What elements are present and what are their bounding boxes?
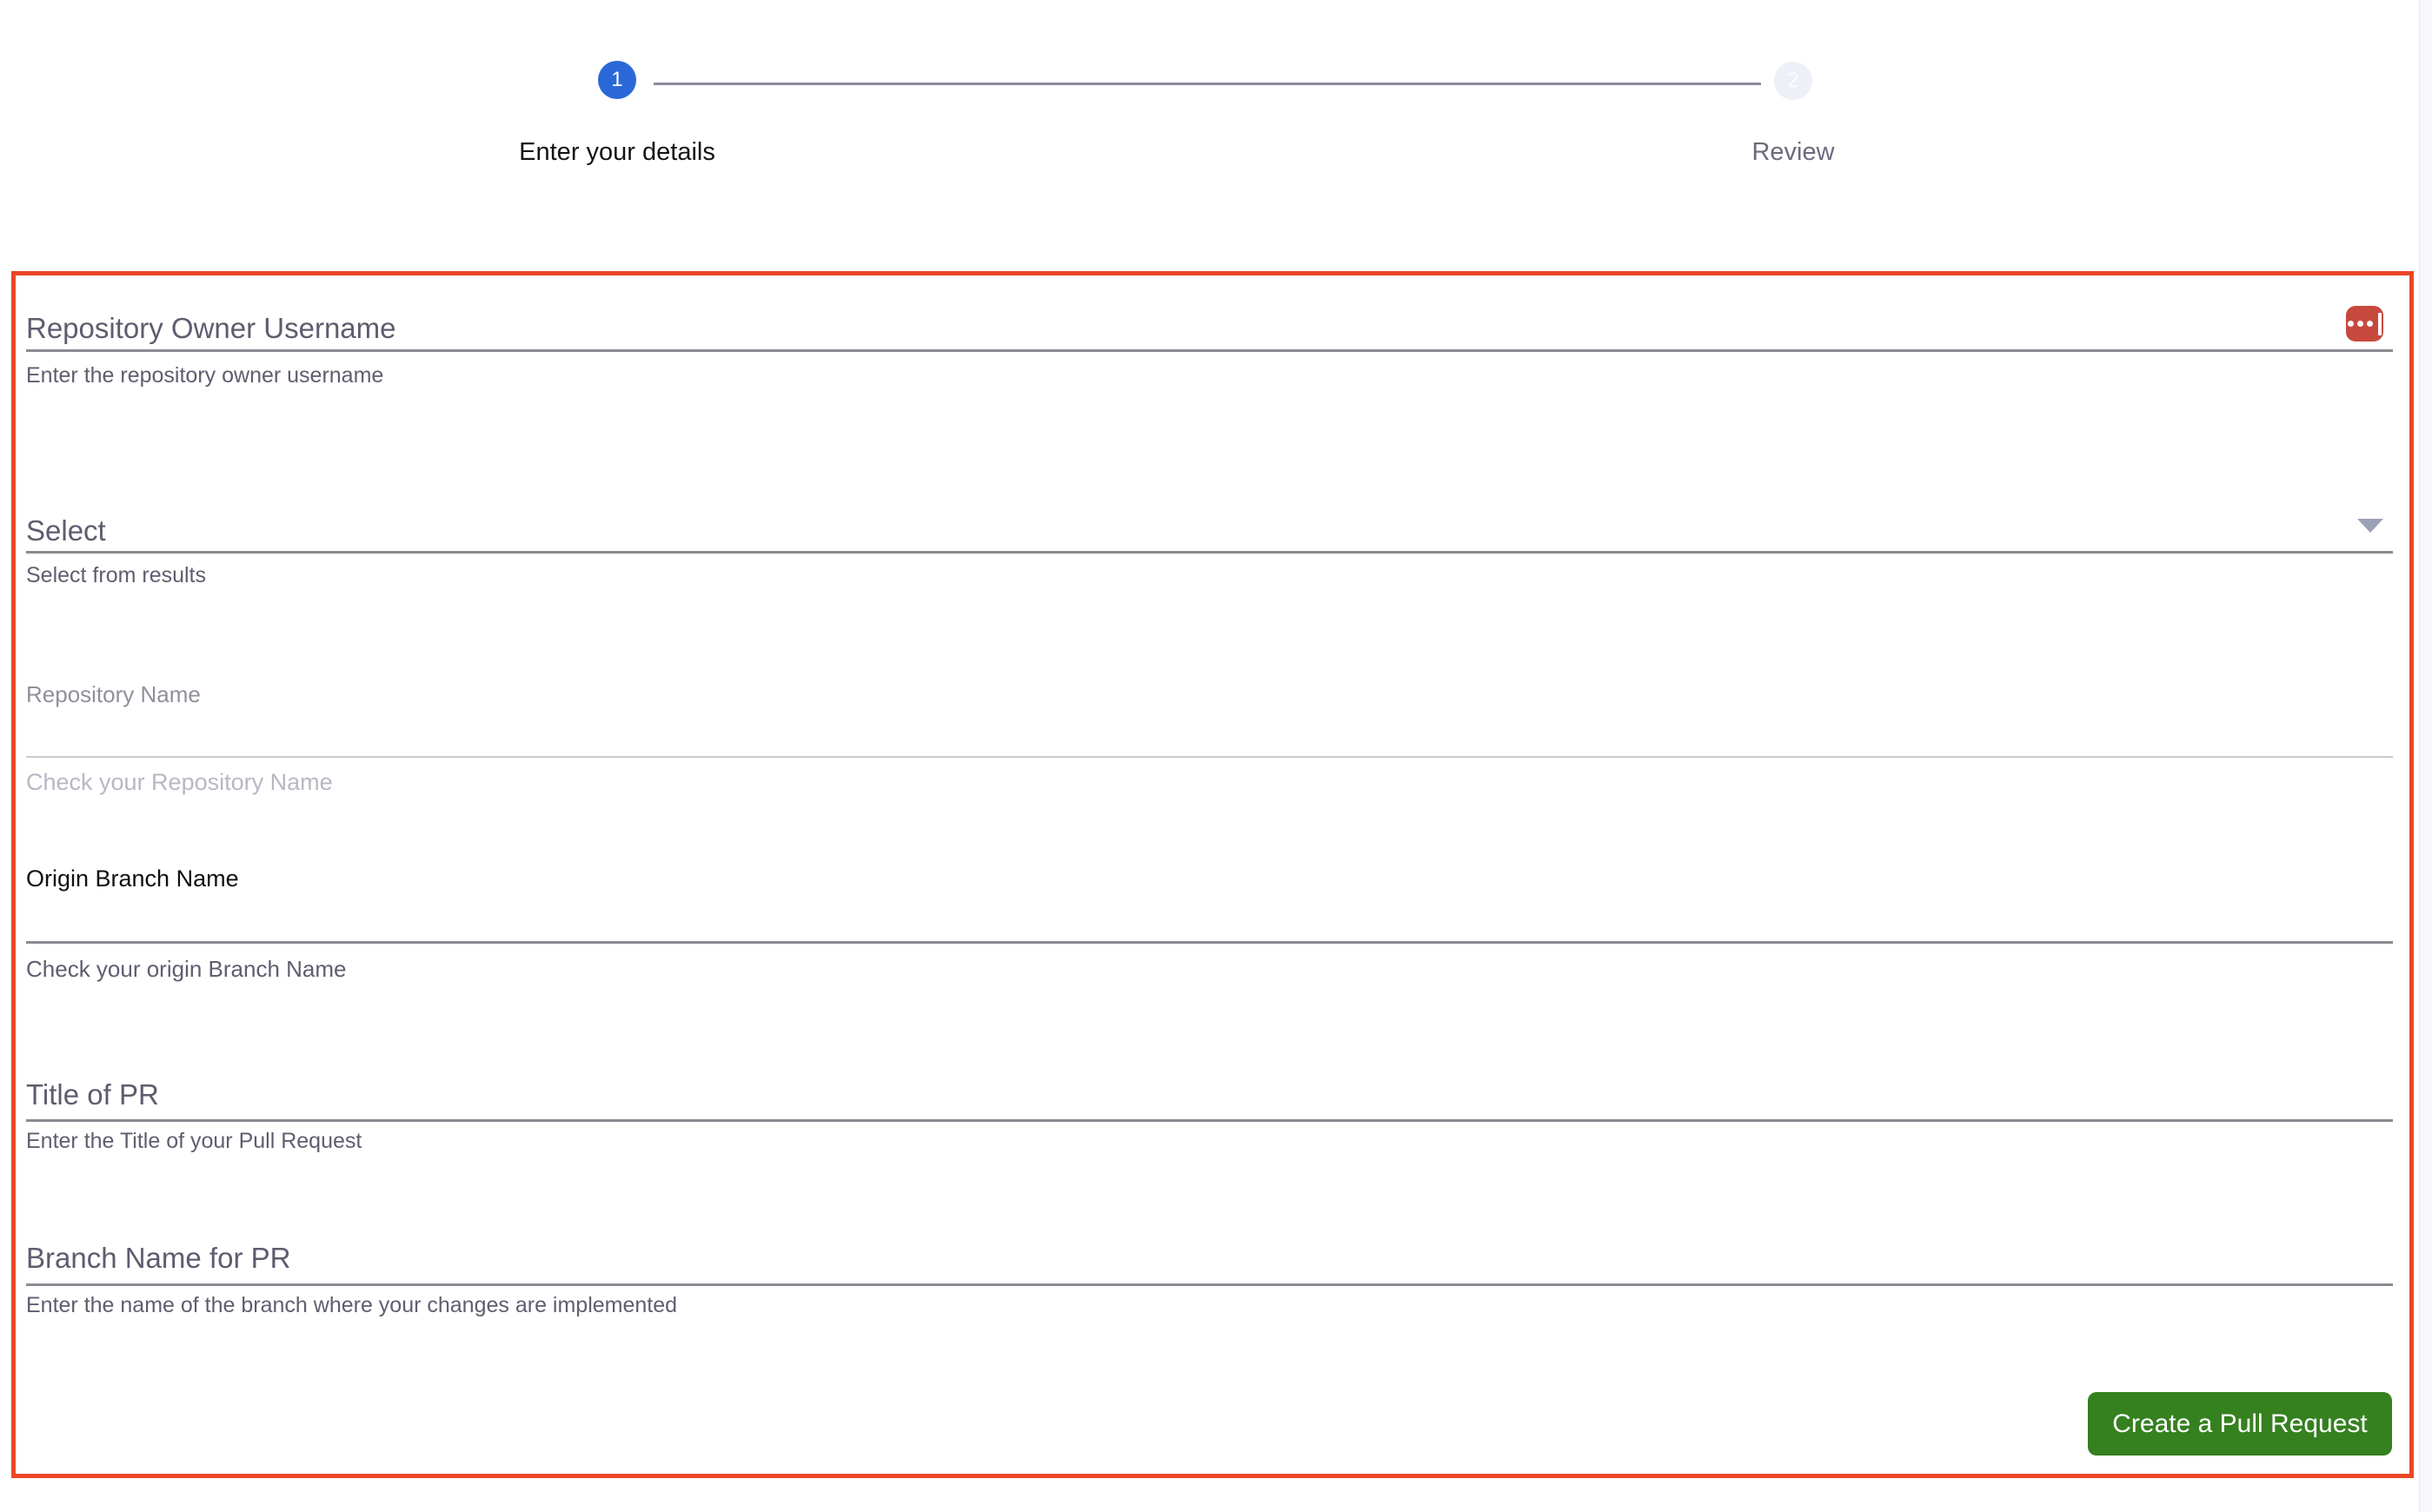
- page-scrollbar[interactable]: [2419, 0, 2432, 1512]
- step-2-number: 2: [1787, 69, 1799, 92]
- password-manager-icon-cursor: [2378, 312, 2382, 335]
- origin-branch-helper-text: Check your origin Branch Name: [26, 956, 347, 982]
- chevron-down-icon[interactable]: [2357, 519, 2383, 533]
- repository-name-label: Repository Name: [26, 681, 201, 707]
- pr-branch-helper-text: Enter the name of the branch where your …: [26, 1293, 678, 1317]
- step-1-label: Enter your details: [519, 138, 715, 166]
- owner-helper-text: Enter the repository owner username: [26, 363, 384, 388]
- repository-name-underline: [26, 756, 2393, 758]
- origin-branch-name-label: Origin Branch Name: [26, 865, 239, 892]
- create-pull-request-page: 1 2 Enter your details Review Enter the …: [0, 0, 2432, 1512]
- repository-name-input[interactable]: [26, 710, 2382, 752]
- repository-results-select-value: Select: [26, 514, 106, 547]
- step-1-indicator: 1: [598, 61, 636, 99]
- origin-branch-underline: [26, 941, 2393, 944]
- step-2-indicator: 2: [1774, 62, 1812, 100]
- pr-title-helper-text: Enter the Title of your Pull Request: [26, 1129, 362, 1153]
- pr-branch-underline: [26, 1283, 2393, 1286]
- pr-branch-name-input[interactable]: [26, 1237, 2321, 1280]
- step-1-number: 1: [611, 68, 623, 91]
- stepper-connector: [654, 83, 1761, 85]
- password-manager-icon-dot: [2348, 321, 2354, 327]
- repository-results-select[interactable]: Select: [26, 509, 2338, 553]
- password-manager-icon-dot: [2367, 321, 2373, 327]
- pr-title-input[interactable]: [26, 1073, 2321, 1117]
- password-manager-icon-dot: [2357, 321, 2363, 327]
- pr-title-underline: [26, 1119, 2393, 1122]
- password-manager-icon[interactable]: [2346, 306, 2383, 342]
- create-pr-form-highlighted-region: Enter the repository owner username Sele…: [11, 271, 2414, 1478]
- repository-name-helper-text: Check your Repository Name: [26, 769, 333, 795]
- origin-branch-name-input[interactable]: [26, 894, 2382, 936]
- select-helper-text: Select from results: [26, 563, 207, 587]
- step-2-label: Review: [1751, 138, 1835, 166]
- owner-input-underline: [26, 349, 2393, 352]
- repository-owner-username-input[interactable]: [26, 307, 2321, 350]
- select-underline: [26, 551, 2393, 554]
- create-pull-request-button[interactable]: Create a Pull Request: [2088, 1392, 2392, 1456]
